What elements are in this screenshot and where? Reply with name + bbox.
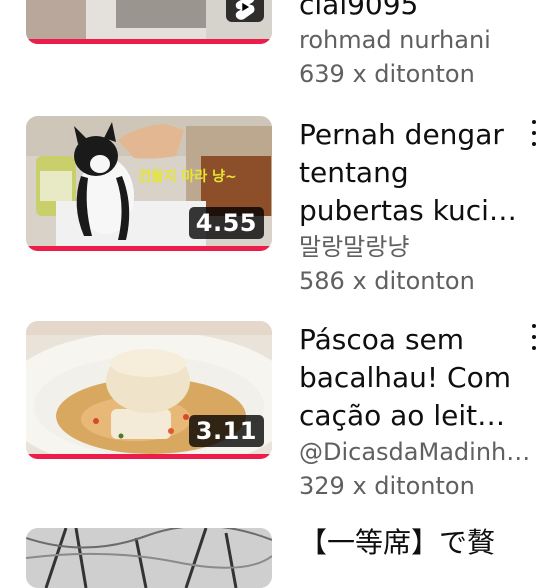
video-title[interactable]: Páscoa sem <box>299 321 539 359</box>
video-thumbnail[interactable]: 3.11 <box>26 321 272 459</box>
video-thumbnail[interactable] <box>26 0 272 44</box>
video-item[interactable]: 건들지 마라 냥~ 4.55 Pernah dengar tentang pub… <box>0 110 560 310</box>
duration-badge: 4.55 <box>188 207 264 239</box>
channel-name[interactable]: rohmad nurhani <box>299 23 539 57</box>
thumbnail-caption: 건들지 마라 냥~ <box>138 168 237 185</box>
watch-progress-bar <box>26 454 272 459</box>
video-title[interactable]: pubertas kuci… <box>299 192 539 230</box>
thumbnail-image <box>26 528 272 588</box>
channel-name[interactable]: @DicasdaMadinh… <box>299 435 539 469</box>
video-item[interactable]: 【一等席】で贅 <box>0 524 560 588</box>
watch-progress-bar <box>26 246 272 251</box>
video-title[interactable]: Pernah dengar <box>299 116 539 154</box>
view-count: 586 x ditonton <box>299 267 475 295</box>
more-options-icon[interactable] <box>528 120 540 146</box>
view-count: 639 x ditonton <box>299 60 475 88</box>
video-thumbnail[interactable] <box>26 528 272 588</box>
video-title[interactable]: cação ao leit… <box>299 397 539 435</box>
video-title[interactable]: cial9095 <box>299 0 539 24</box>
view-count: 329 x ditonton <box>299 472 475 500</box>
duration-badge: 3.11 <box>188 415 264 447</box>
watch-progress-bar <box>26 39 272 44</box>
video-title[interactable]: 【一等席】で贅 <box>299 524 539 562</box>
video-item[interactable]: 3.11 Páscoa sem bacalhau! Com cação ao l… <box>0 318 560 518</box>
more-options-icon[interactable] <box>528 324 540 350</box>
video-title[interactable]: tentang <box>299 154 539 192</box>
video-item[interactable]: cial9095 rohmad nurhani 639 x ditonton <box>0 0 560 100</box>
video-thumbnail[interactable]: 건들지 마라 냥~ 4.55 <box>26 116 272 251</box>
shorts-icon <box>226 0 264 22</box>
video-title[interactable]: bacalhau! Com <box>299 359 539 397</box>
channel-name[interactable]: 말랑말랑냥 <box>299 230 539 264</box>
